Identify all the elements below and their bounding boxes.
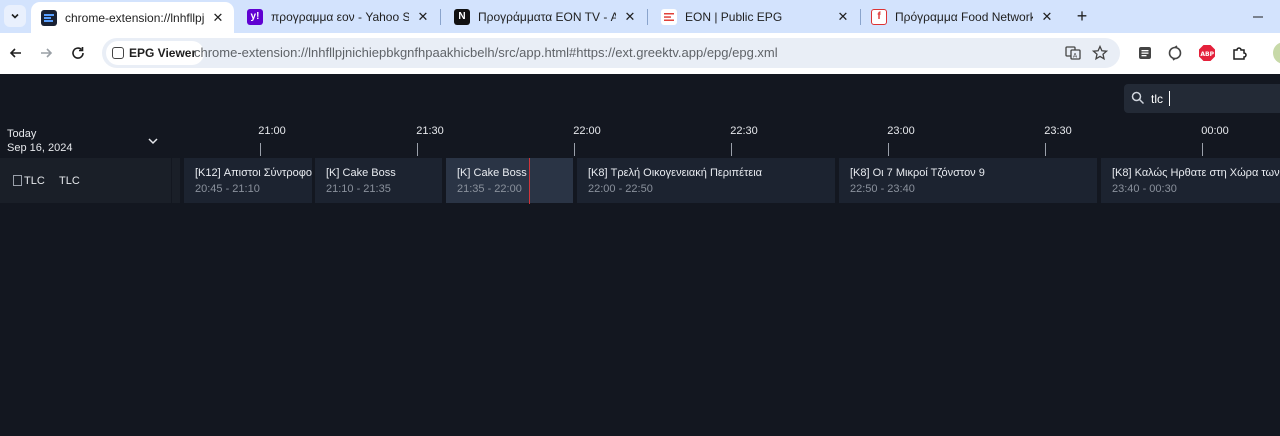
channel-row-tlc[interactable]: TLC TLC	[0, 158, 171, 203]
programme-time: 22:00 - 22:50	[588, 183, 653, 195]
programme-time: 21:10 - 21:35	[326, 183, 391, 195]
channel-search[interactable]	[1124, 84, 1280, 113]
url-text[interactable]: chrome-extension://lnhfllpjnichiepbkgnfh…	[194, 45, 778, 60]
time-label: 21:00	[258, 125, 286, 137]
sync-extension-icon[interactable]	[1165, 43, 1185, 63]
time-tick	[574, 143, 575, 156]
address-bar[interactable]: EPG Viewer chrome-extension://lnhfllpjni…	[102, 38, 1120, 68]
broken-image-icon	[13, 175, 22, 186]
tab-title: EON | Public EPG	[685, 9, 783, 24]
time-label: 00:00	[1201, 125, 1229, 137]
programme-block[interactable]: [K8] Καλώς Ηρθατε στη Χώρα των Π 23:40 -…	[1101, 158, 1280, 203]
programme-block[interactable]: [K12] Απιστοι Σύντροφοι 20:45 - 21:10	[184, 158, 312, 203]
channel-name: TLC	[59, 174, 80, 187]
programme-time: 22:50 - 23:40	[850, 183, 915, 195]
time-tick	[1202, 143, 1203, 156]
epg-viewer-app: Today Sep 16, 2024 21:00 21:30 22:00 22:…	[0, 74, 1280, 436]
reload-icon	[72, 47, 84, 59]
date-day-label: Today	[7, 128, 37, 140]
close-icon[interactable]: ✕	[1039, 9, 1055, 25]
time-tick	[417, 143, 418, 156]
extension-page-icon	[112, 47, 124, 59]
tab-title: Πρόγραμμα Food Network 16/09	[895, 9, 1033, 24]
time-ruler: 21:00 21:30 22:00 22:30 23:00 23:30 00:0…	[183, 121, 1280, 157]
eon-icon	[661, 8, 677, 25]
programme-block[interactable]: [K8] Οι 7 Μικροί Τζόνστον 9 22:50 - 23:4…	[839, 158, 1097, 203]
programme-block[interactable]: [K8] Τρελή Οικογενειακή Περιπέτεια 22:00…	[577, 158, 835, 203]
tab-title: προγραμμα εον - Yahoo Search	[271, 9, 409, 24]
programme-time: 23:40 - 00:30	[1112, 183, 1177, 195]
profile-avatar[interactable]	[1273, 42, 1280, 64]
row-gutter	[172, 158, 180, 203]
chip-label: EPG Viewer	[129, 46, 197, 60]
arrow-right-icon	[41, 48, 53, 58]
close-icon[interactable]: ✕	[835, 9, 851, 25]
svg-text:ABP: ABP	[1200, 51, 1214, 58]
forward-button[interactable]	[34, 41, 58, 65]
extensions-puzzle-icon[interactable]	[1229, 43, 1249, 63]
programme-title: [K8] Τρελή Οικογενειακή Περιπέτεια	[588, 167, 763, 179]
programme-title: [K] Cake Boss	[326, 167, 396, 179]
time-label: 21:30	[416, 125, 444, 137]
minimize-icon	[1253, 16, 1263, 17]
back-button[interactable]	[4, 41, 28, 65]
date-label: Sep 16, 2024	[7, 142, 73, 154]
minimize-button[interactable]	[1236, 0, 1280, 33]
tab-separator	[647, 9, 648, 25]
search-icon	[1131, 91, 1145, 105]
time-tick	[731, 143, 732, 156]
tab-title: chrome-extension://lnhfllpjnichiepbkgnfh…	[65, 10, 204, 25]
yahoo-icon: y!	[247, 8, 263, 25]
programme-block-current[interactable]: [K] Cake Boss 21:35 - 22:00	[446, 158, 573, 203]
eon-tv-icon: N	[454, 8, 470, 25]
tab-eon-public-epg[interactable]: EON | Public EPG ✕	[651, 0, 859, 33]
time-label: 23:30	[1044, 125, 1072, 137]
browser-toolbar: EPG Viewer chrome-extension://lnhfllpjni…	[0, 33, 1280, 74]
extension-chip[interactable]: EPG Viewer	[106, 41, 205, 65]
time-label: 23:00	[887, 125, 915, 137]
time-label: 22:00	[573, 125, 601, 137]
arrow-left-icon	[9, 48, 21, 58]
programme-title: [K] Cake Boss	[457, 167, 527, 179]
time-tick	[260, 143, 261, 156]
current-time-indicator	[529, 158, 530, 204]
time-tick	[1045, 143, 1046, 156]
channel-logo: TLC	[13, 173, 47, 189]
programme-title: [K8] Οι 7 Μικροί Τζόνστον 9	[850, 167, 985, 179]
tab-search-button[interactable]	[4, 5, 26, 27]
epg-viewer-icon	[41, 9, 57, 26]
chevron-down-icon	[11, 13, 19, 19]
close-icon[interactable]: ✕	[415, 9, 431, 25]
text-caret	[1169, 91, 1170, 106]
chevron-down-icon[interactable]	[146, 134, 160, 148]
tab-strip: chrome-extension://lnhfllpjnichiepbkgnfh…	[0, 0, 1280, 33]
programme-block[interactable]: [K] Cake Boss 21:10 - 21:35	[315, 158, 442, 203]
reload-button[interactable]	[66, 41, 90, 65]
tab-title: Προγράμματα EON TV - Ανακαλύψτε	[478, 9, 616, 24]
reading-list-icon[interactable]	[1135, 43, 1155, 63]
tab-separator	[440, 9, 441, 25]
close-icon[interactable]: ✕	[210, 10, 226, 26]
date-selector[interactable]: Today Sep 16, 2024	[7, 127, 72, 155]
programme-title: [K8] Καλώς Ηρθατε στη Χώρα των Π	[1112, 167, 1280, 179]
adblock-plus-icon[interactable]: ABP	[1197, 43, 1217, 63]
translate-icon[interactable]: A	[1063, 43, 1083, 63]
tab-eon-tv[interactable]: N Προγράμματα EON TV - Ανακαλύψτε ✕	[444, 0, 646, 33]
programme-time: 21:35 - 22:00	[457, 183, 522, 195]
tab-food-network[interactable]: f Πρόγραμμα Food Network 16/09 ✕	[861, 0, 1063, 33]
tab-yahoo[interactable]: y! προγραμμα εον - Yahoo Search ✕	[237, 0, 439, 33]
tab-epg-viewer[interactable]: chrome-extension://lnhfllpjnichiepbkgnfh…	[31, 2, 234, 33]
time-tick	[888, 143, 889, 156]
programme-time: 20:45 - 21:10	[195, 183, 260, 195]
time-label: 22:30	[730, 125, 758, 137]
programme-title: [K12] Απιστοι Σύντροφοι	[195, 167, 312, 179]
food-network-icon: f	[871, 8, 887, 25]
close-icon[interactable]: ✕	[622, 9, 638, 25]
star-icon[interactable]	[1090, 43, 1110, 63]
new-tab-button[interactable]: +	[1072, 6, 1092, 26]
channel-logo-alt: TLC	[24, 174, 45, 187]
